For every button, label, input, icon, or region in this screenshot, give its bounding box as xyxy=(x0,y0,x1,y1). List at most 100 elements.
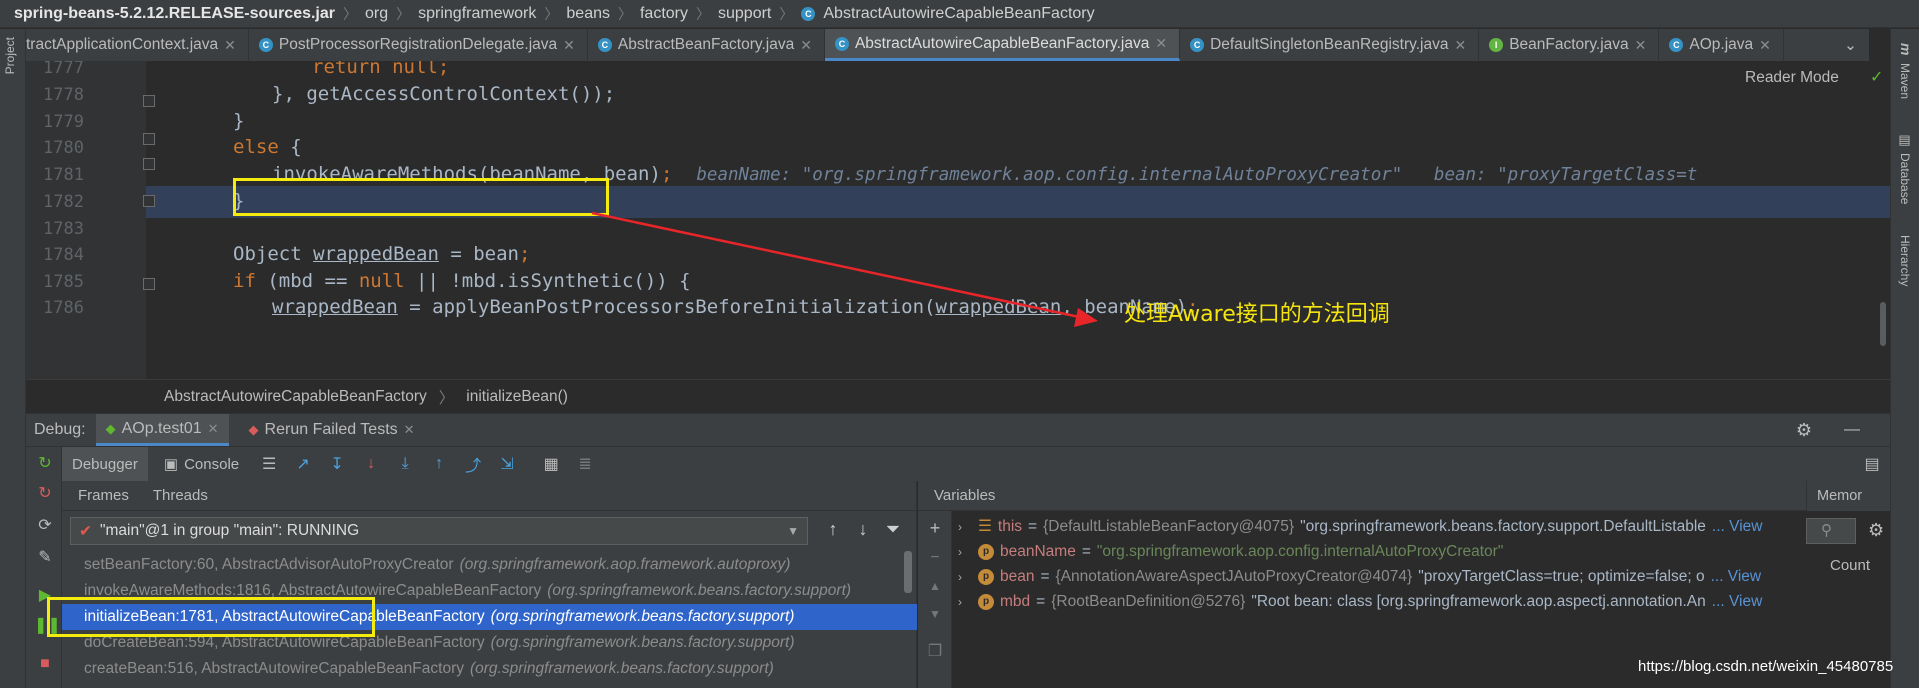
close-icon[interactable]: ✕ xyxy=(1155,35,1167,52)
duplicate-icon[interactable]: ❐ xyxy=(924,641,946,663)
tab-aop[interactable]: C AOp.java ✕ xyxy=(1659,29,1784,61)
memory-search-input[interactable]: ⚲ xyxy=(1806,518,1856,544)
close-icon[interactable]: ✕ xyxy=(800,37,812,54)
variable-row[interactable]: › p beanName = "org.springframework.aop.… xyxy=(958,539,1503,564)
tab-threads[interactable]: Threads xyxy=(153,487,208,504)
move-up-icon[interactable]: ▲ xyxy=(924,575,946,597)
step-out-icon[interactable]: ↑ xyxy=(425,451,453,477)
fold-marker-icon[interactable] xyxy=(143,195,155,207)
gear-icon[interactable]: ⚙ xyxy=(1796,420,1812,441)
tab-rerun-failed-tests[interactable]: ◆ Rerun Failed Tests ✕ xyxy=(239,414,425,446)
variable-value: "org.springframework.beans.factory.suppo… xyxy=(1300,517,1706,535)
code-keyword: return null xyxy=(312,61,438,78)
tab-memory[interactable]: Memor xyxy=(1806,481,1890,511)
trace-stream-icon[interactable]: ≣ xyxy=(571,451,599,477)
abstract-class-icon: C xyxy=(597,38,612,52)
hierarchy-tool-button[interactable]: Hierarchy xyxy=(1898,235,1912,286)
parameter-icon: p xyxy=(978,543,994,560)
layout-menu-icon[interactable]: ☰ xyxy=(255,451,283,477)
code-token: || !mbd.isSynthetic()) { xyxy=(404,270,691,292)
show-execution-point-icon[interactable]: ↗ xyxy=(289,451,317,477)
view-link[interactable]: ... View xyxy=(1712,593,1763,611)
add-watch-icon[interactable]: + xyxy=(924,517,946,539)
breadcrumb-current-class[interactable]: AbstractAutowireCapableBeanFactory xyxy=(823,5,1094,23)
tab-bean-factory[interactable]: I BeanFactory.java ✕ xyxy=(1479,29,1660,61)
editor-scrollbar-thumb[interactable] xyxy=(1880,302,1886,346)
variable-value: "org.springframework.aop.config.internal… xyxy=(1096,542,1504,560)
force-step-into-icon[interactable]: ⤓ xyxy=(391,451,419,477)
minimize-icon[interactable]: — xyxy=(1844,421,1860,439)
thread-selector[interactable]: ✔ "main"@1 in group "main": RUNNING ▼ xyxy=(70,517,808,545)
remove-watch-icon[interactable]: − xyxy=(924,547,946,569)
tab-label: Rerun Failed Tests xyxy=(264,421,398,438)
editor-crumb-method[interactable]: initializeBean() xyxy=(466,388,568,406)
fold-marker-icon[interactable] xyxy=(143,278,155,290)
tab-debug-session[interactable]: ◆ AOp.test01 ✕ xyxy=(95,414,229,446)
close-icon[interactable]: ✕ xyxy=(404,422,415,438)
breadcrumb-beans[interactable]: beans xyxy=(566,5,610,23)
tab-debugger[interactable]: Debugger xyxy=(62,447,148,481)
code-keyword: if xyxy=(233,270,256,292)
variable-eq: = xyxy=(1028,517,1038,535)
breadcrumb-jar[interactable]: spring-beans-5.2.12.RELEASE-sources.jar xyxy=(14,5,335,23)
tab-console[interactable]: ▣ Console xyxy=(154,447,249,481)
project-tool-button[interactable]: Project xyxy=(3,37,17,74)
stop-icon[interactable]: ■ xyxy=(34,653,56,675)
close-icon[interactable]: ✕ xyxy=(1635,37,1647,54)
tab-default-singleton-bean-registry[interactable]: C DefaultSingletonBeanRegistry.java ✕ xyxy=(1180,29,1480,61)
tab-label: Memor xyxy=(1817,488,1863,504)
breadcrumb-org[interactable]: org xyxy=(365,5,388,23)
run-to-cursor-icon[interactable]: ⇲ xyxy=(493,451,521,477)
step-over-icon[interactable]: ↧ xyxy=(323,451,351,477)
close-icon[interactable]: ✕ xyxy=(224,37,236,54)
close-icon[interactable]: ✕ xyxy=(1454,37,1466,54)
frames-scrollbar-thumb[interactable] xyxy=(904,551,912,593)
restore-layout-icon[interactable]: ▤ xyxy=(1858,451,1886,477)
settings-icon[interactable]: ⟳ xyxy=(34,515,56,537)
drop-frame-icon[interactable]: ⤴ xyxy=(459,451,487,477)
stack-frame[interactable]: setBeanFactory:60, AbstractAdvisorAutoPr… xyxy=(62,552,917,578)
evaluate-expression-icon[interactable]: ▦ xyxy=(537,451,565,477)
tab-post-processor-registration-delegate[interactable]: C PostProcessorRegistrationDelegate.java… xyxy=(249,29,588,61)
tab-frames[interactable]: Frames xyxy=(78,487,129,504)
arrow-down-icon[interactable]: ↓ xyxy=(850,519,876,545)
variable-row[interactable]: › p bean = {AnnotationAwareAspectJAutoPr… xyxy=(958,564,1761,589)
wrench-icon[interactable]: ✎ xyxy=(34,547,56,569)
maven-tool-button[interactable]: Maven xyxy=(1898,63,1912,99)
tab-abstract-application-context[interactable]: tractApplicationContext.java ✕ xyxy=(26,29,249,61)
rerun-icon[interactable]: ↻ xyxy=(34,453,56,475)
fold-marker-icon[interactable] xyxy=(143,133,155,145)
chevron-right-icon[interactable]: › xyxy=(958,545,972,559)
variable-row[interactable]: › ☰ this = {DefaultListableBeanFactory@4… xyxy=(958,514,1762,539)
tab-overflow-menu[interactable]: ⌄ xyxy=(1834,29,1869,61)
stack-frame[interactable]: createBean:516, AbstractAutowireCapableB… xyxy=(62,656,917,682)
close-icon[interactable]: ✕ xyxy=(208,421,219,437)
code-editor[interactable]: 1777 1778 1779 1780 1781 1782 1783 1784 … xyxy=(26,61,1890,379)
filter-icon[interactable]: ⏷ xyxy=(880,519,906,545)
breadcrumb-springframework[interactable]: springframework xyxy=(418,5,536,23)
close-icon[interactable]: ✕ xyxy=(1759,37,1771,54)
tab-abstract-bean-factory[interactable]: C AbstractBeanFactory.java ✕ xyxy=(588,29,825,61)
step-into-icon[interactable]: ↓ xyxy=(357,451,385,477)
fold-marker-icon[interactable] xyxy=(143,158,155,170)
view-link[interactable]: ... View xyxy=(1712,518,1763,536)
arrow-up-icon[interactable]: ↑ xyxy=(820,519,846,545)
chevron-right-icon[interactable]: › xyxy=(958,570,972,584)
close-icon[interactable]: ✕ xyxy=(563,37,575,54)
breadcrumb-support[interactable]: support xyxy=(718,5,771,23)
database-tool-button[interactable]: Database xyxy=(1898,153,1912,204)
rerun-failed-icon[interactable]: ↻ xyxy=(34,483,56,505)
count-column-header[interactable]: Count xyxy=(1830,557,1870,574)
move-down-icon[interactable]: ▼ xyxy=(924,603,946,625)
reader-mode-button[interactable]: Reader Mode xyxy=(1745,69,1839,87)
breadcrumb-factory[interactable]: factory xyxy=(640,5,688,23)
chevron-right-icon[interactable]: › xyxy=(958,520,972,534)
gear-icon[interactable]: ⚙ xyxy=(1868,520,1884,541)
fold-marker-icon[interactable] xyxy=(143,95,155,107)
chevron-down-icon: ⌄ xyxy=(1844,36,1857,54)
view-link[interactable]: ... View xyxy=(1711,568,1762,586)
editor-crumb-class[interactable]: AbstractAutowireCapableBeanFactory xyxy=(164,388,427,406)
variable-row[interactable]: › p mbd = {RootBeanDefinition@5276} "Roo… xyxy=(958,589,1762,614)
tab-abstract-autowire-capable-bean-factory[interactable]: C AbstractAutowireCapableBeanFactory.jav… xyxy=(824,29,1181,61)
chevron-right-icon[interactable]: › xyxy=(958,595,972,609)
